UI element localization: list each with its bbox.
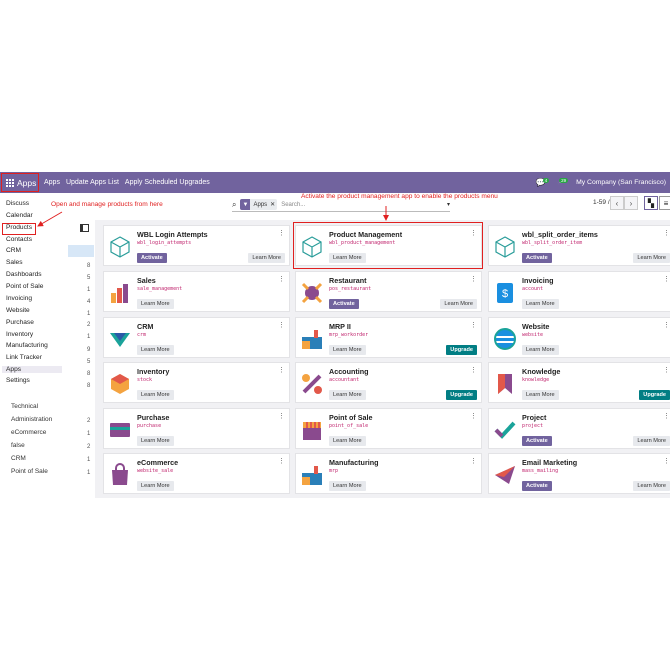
arrow-to-products [37,211,63,227]
product-management-highlight-box [293,222,483,269]
page: Apps Apps Update Apps List Apply Schedul… [0,0,670,670]
annotation-arrows [37,206,389,227]
